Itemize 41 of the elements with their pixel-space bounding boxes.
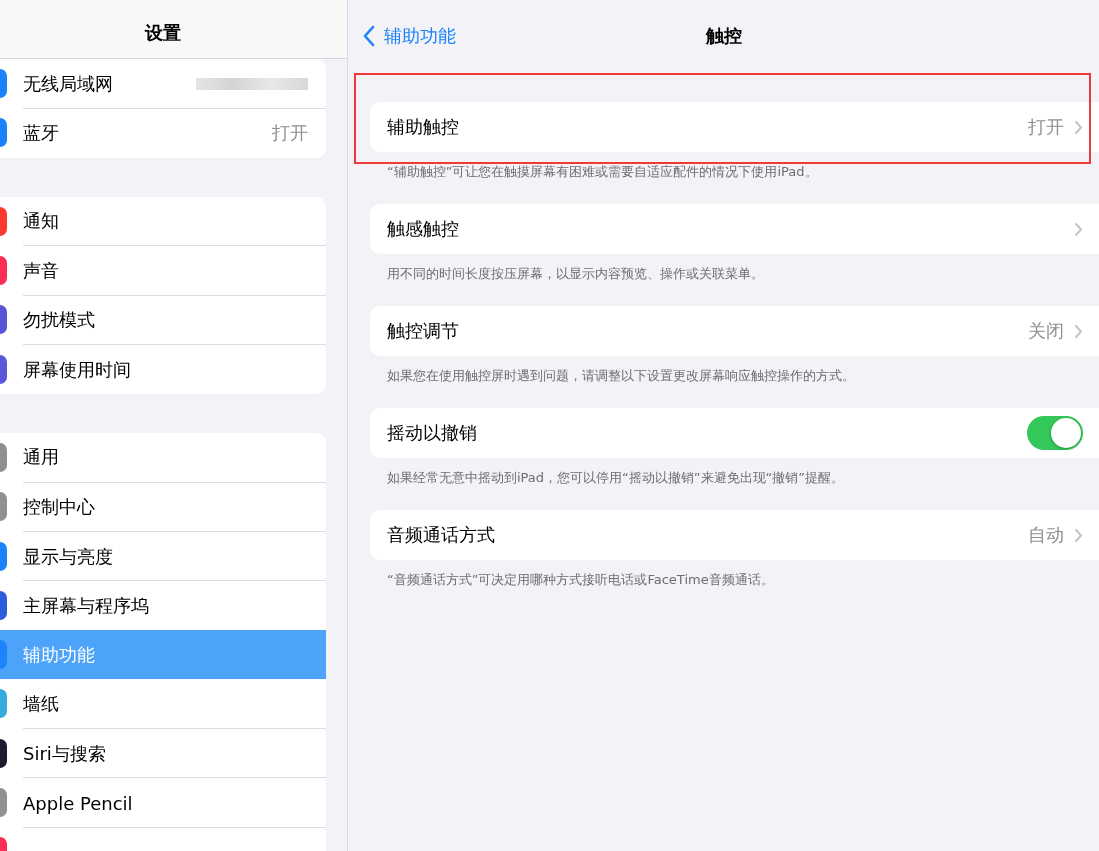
- back-chevron-icon: [362, 25, 376, 47]
- sidebar-item-label: 无线局域网: [23, 71, 113, 96]
- status-value: 打开: [272, 121, 308, 146]
- setting-label: 触感触控: [387, 217, 459, 241]
- sidebar-item-label: 显示与亮度: [23, 544, 113, 569]
- chevron-icon: [1074, 527, 1083, 543]
- sidebar-item-label: 控制中心: [23, 495, 95, 520]
- sidebar-item-label: Siri与搜索: [23, 741, 106, 766]
- sidebar-item-label: 声音: [23, 259, 59, 284]
- sidebar-item-label: 辅助功能: [23, 642, 95, 667]
- sidebar-item-label: 墙纸: [23, 691, 59, 716]
- setting-value: 打开: [1028, 115, 1064, 139]
- sidebar-title: 设置: [144, 21, 181, 45]
- page-title: 触控: [705, 24, 742, 48]
- sidebar-item-label: 通用: [23, 445, 59, 470]
- setting-row[interactable]: 摇动以撤销: [370, 408, 1099, 458]
- section-footer: 如果您在使用触控屏时遇到问题，请调整以下设置更改屏幕响应触控操作的方式。: [370, 356, 1099, 385]
- setting-label: 辅助触控: [387, 115, 459, 139]
- chevron-icon: [1074, 323, 1083, 339]
- section-footer: “辅助触控”可让您在触摸屏幕有困难或需要自适应配件的情况下使用iPad。: [370, 152, 1099, 181]
- sidebar-item-label: 屏幕使用时间: [23, 357, 131, 382]
- setting-row[interactable]: 辅助触控 打开: [370, 102, 1099, 152]
- sidebar-item-label: 主屏幕与程序坞: [23, 593, 149, 618]
- sidebar-item-label: 勿扰模式: [23, 308, 95, 333]
- section-footer: “音频通话方式”可决定用哪种方式接听电话或FaceTime音频通话。: [370, 560, 1099, 589]
- sidebar-item-label: Apple Pencil: [23, 792, 133, 814]
- setting-label: 摇动以撤销: [387, 421, 477, 445]
- section-footer: 用不同的时间长度按压屏幕，以显示内容预览、操作或关联菜单。: [370, 254, 1099, 283]
- setting-row[interactable]: 触控调节 关闭: [370, 306, 1099, 356]
- sidebar-item-label: 蓝牙: [23, 121, 59, 146]
- chevron-icon: [1074, 221, 1083, 237]
- chevron-icon: [1074, 119, 1083, 135]
- setting-value: 关闭: [1028, 319, 1064, 343]
- setting-value: 自动: [1028, 523, 1064, 547]
- section-footer: 如果经常无意中摇动到iPad，您可以停用“摇动以撤销”来避免出现“撤销”提醒。: [370, 458, 1099, 487]
- sidebar-item-label: 通知: [23, 209, 59, 234]
- setting-row[interactable]: 音频通话方式 自动: [370, 510, 1099, 560]
- toggle-switch[interactable]: [1027, 416, 1083, 450]
- setting-row[interactable]: 触感触控: [370, 204, 1099, 254]
- setting-label: 触控调节: [387, 319, 459, 343]
- setting-label: 音频通话方式: [387, 523, 495, 547]
